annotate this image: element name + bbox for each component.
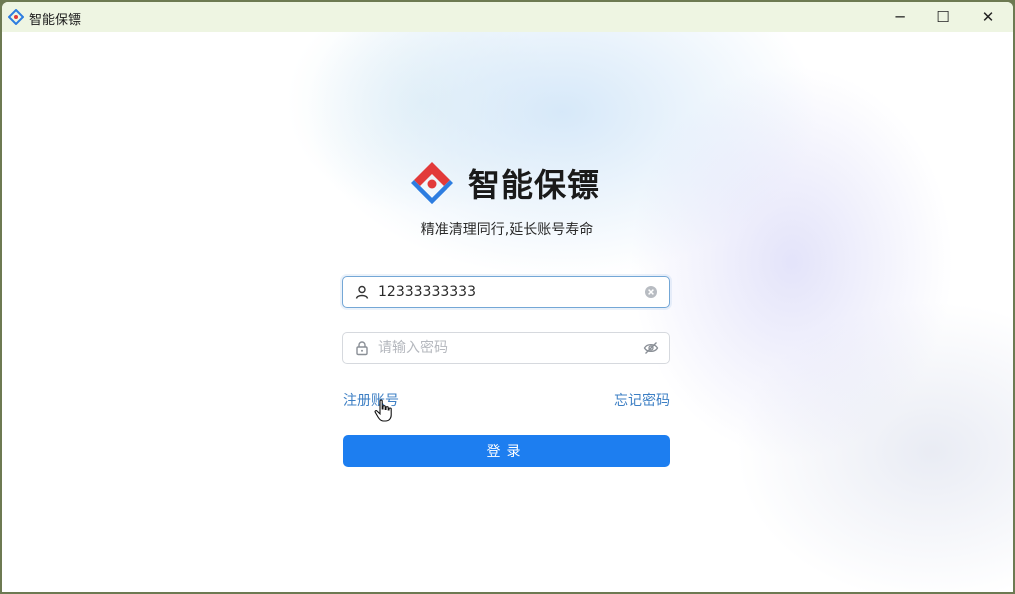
lock-icon [356,341,368,356]
forgot-password-link[interactable]: 忘记密码 [614,390,670,410]
eye-off-icon[interactable] [643,340,659,356]
username-input[interactable] [376,277,643,307]
password-field[interactable] [342,332,670,364]
app-logo-icon [8,9,24,25]
clear-icon[interactable] [643,284,659,300]
minimize-button[interactable]: ─ [877,2,923,32]
title-bar: 智能保镖 ─ ☐ ✕ [2,2,1013,32]
close-button[interactable]: ✕ [965,2,1011,32]
user-icon [355,285,369,299]
username-field[interactable] [342,276,670,308]
brand-name: 智能保镖 [468,166,601,204]
hand-cursor-icon [374,399,392,422]
window-title: 智能保镖 [29,13,82,28]
password-input[interactable] [376,333,643,363]
login-panel: 智能保镖 精准清理同行,延长账号寿命 12333333333 注册账号 忘记密码… [2,32,1013,592]
brand-header: 智能保镖 [408,158,600,208]
login-button[interactable]: 登录 [343,435,670,467]
brand-logo-icon [411,162,453,204]
app-window: 智能保镖 ─ ☐ ✕ 智能保镖 精准清理同行,延长账号寿命 1233333333… [2,2,1013,592]
maximize-button[interactable]: ☐ [920,2,966,32]
brand-slogan: 精准清理同行,延长账号寿命 [420,222,594,238]
